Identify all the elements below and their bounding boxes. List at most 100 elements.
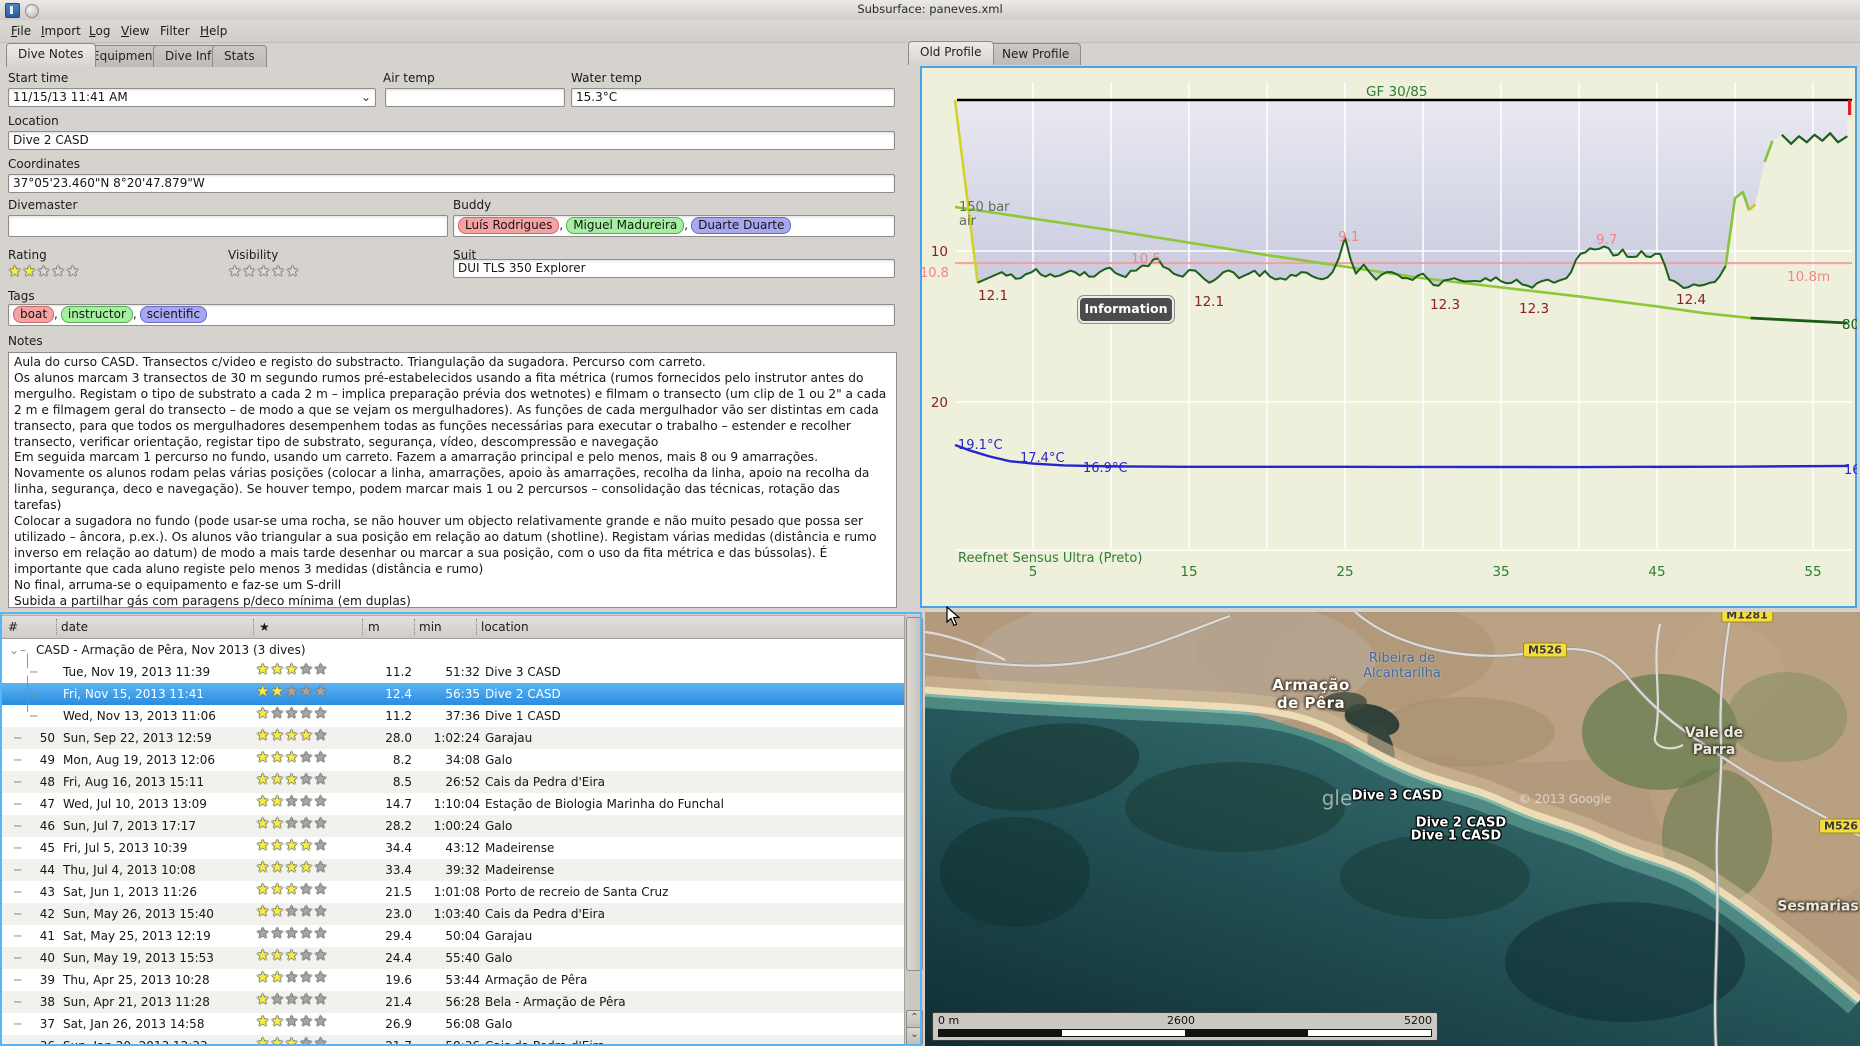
scale-zero: 0 m (938, 1014, 960, 1027)
location-field[interactable]: Dive 2 CASD (8, 131, 895, 150)
svg-text:20: 20 (931, 395, 948, 411)
col-depth[interactable]: m (368, 620, 380, 634)
svg-text:10: 10 (931, 244, 948, 260)
menu-bar: File Import Log View Filter Help (0, 20, 1860, 43)
visibility-label: Visibility (228, 248, 279, 262)
table-row[interactable]: ─ 39 Thu, Apr 25, 2013 10:28 ★★★★★ 19.6 53:44… (2, 969, 904, 991)
table-row[interactable]: ─ 42 Sun, May 26, 2013 15:40 ★★★★★ 23.0 1:03:… (2, 903, 904, 925)
menu-filter[interactable]: Filter (157, 22, 193, 40)
scrollbar-thumb[interactable] (906, 617, 923, 971)
tag-pill[interactable]: scientific (139, 306, 208, 323)
dive-duration: 56:08 (445, 1017, 480, 1031)
dive-duration: 43:12 (445, 841, 480, 855)
col-rating[interactable]: ★ (259, 620, 270, 634)
svg-text:16.9°C: 16.9°C (1083, 461, 1128, 476)
dive-duration: 1:01:08 (433, 885, 480, 899)
menu-view[interactable]: View (118, 22, 152, 40)
dive-number: 50 (39, 731, 55, 745)
location-label: Location (8, 114, 59, 128)
dive-duration: 55:40 (445, 951, 480, 965)
table-row[interactable]: ─ 36 Sun, Jan 20, 2013 12:33 ★★★★★ 21.7 58:36… (2, 1035, 904, 1046)
dive-date: Fri, Jul 5, 2013 10:39 (63, 841, 188, 855)
scroll-down-button[interactable]: ⌄ (906, 1027, 923, 1045)
rating-stars[interactable]: ★★★★★ (8, 262, 80, 280)
tab-stats[interactable]: Stats (212, 45, 267, 67)
notes-textarea[interactable]: Aula do curso CASD. Transectos c/video e… (8, 352, 897, 608)
table-row[interactable]: ─ 40 Sun, May 19, 2013 15:53 ★★★★★ 24.4 55:40… (2, 947, 904, 969)
tag-pill[interactable]: instructor (60, 306, 133, 323)
svg-text:9.7: 9.7 (1596, 232, 1617, 248)
menu-log[interactable]: Log (86, 22, 113, 40)
svg-text:12.1: 12.1 (978, 288, 1008, 304)
divemaster-field[interactable] (8, 215, 448, 237)
col-location[interactable]: location (481, 620, 529, 634)
buddy-pill[interactable]: Duarte Duarte (691, 217, 792, 234)
table-row[interactable]: ─ 44 Thu, Jul 4, 2013 10:08 ★★★★★ 33.4 39:32 M… (2, 859, 904, 881)
buddy-pill[interactable]: Luís Rodrigues (458, 217, 560, 234)
table-row[interactable]: ─ 38 Sun, Apr 21, 2013 11:28 ★★★★★ 21.4 56:28… (2, 991, 904, 1013)
col-duration[interactable]: min (419, 620, 442, 634)
water-temp-label: Water temp (571, 71, 642, 85)
table-row[interactable]: │ ─ Tue, Nov 19, 2013 11:39 ★★★★★ 11.2 51:32 D… (2, 654, 904, 683)
table-row[interactable]: ─ 50 Sun, Sep 22, 2013 12:59 ★★★★★ 28.0 1:02:… (2, 727, 904, 749)
dive-trip-group-row[interactable]: ⌄ – CASD - Armação de Pêra, Nov 2013 (3 di… (2, 639, 904, 661)
dive-rating-stars: ★★★★★ (256, 682, 329, 700)
svg-text:12.3: 12.3 (1430, 297, 1460, 313)
dive-site-label[interactable]: Dive 1 CASD (1411, 829, 1501, 844)
table-row[interactable]: ─ 37 Sat, Jan 26, 2013 14:58 ★★★★★ 26.9 56:08… (2, 1013, 904, 1035)
menu-help[interactable]: Help (197, 22, 230, 40)
table-row[interactable]: ─ 49 Mon, Aug 19, 2013 12:06 ★★★★★ 8.2 34:08 G… (2, 749, 904, 771)
col-number[interactable]: # (8, 620, 18, 634)
table-row[interactable]: ─ 47 Wed, Jul 10, 2013 13:09 ★★★★★ 14.7 1:10:… (2, 793, 904, 815)
dive-site-label[interactable]: Dive 3 CASD (1352, 789, 1442, 804)
dive-location: Estação de Biologia Marinha do Funchal (485, 797, 724, 811)
dive-number: 44 (39, 863, 55, 877)
tab-dive-notes[interactable]: Dive Notes (6, 43, 96, 67)
information-tooltip[interactable]: Information (1077, 295, 1175, 324)
svg-text:80: 80 (1842, 317, 1857, 333)
dive-list-header[interactable]: # date ★ m min location (2, 616, 904, 639)
col-date[interactable]: date (61, 620, 88, 634)
tag-pill[interactable]: boat (13, 306, 55, 323)
chevron-down-icon[interactable]: ⌄ (361, 89, 371, 105)
dive-depth: 24.4 (385, 951, 412, 965)
table-row[interactable]: ─ 46 Sun, Jul 7, 2013 17:17 ★★★★★ 28.2 1:00:2… (2, 815, 904, 837)
tags-field[interactable]: boat, instructor, scientific (8, 304, 895, 326)
menu-import[interactable]: Import (38, 22, 84, 40)
window-menu-icon[interactable] (25, 4, 39, 18)
dive-date: Thu, Apr 25, 2013 10:28 (63, 973, 210, 987)
buddy-pill[interactable]: Miguel Madureira (566, 217, 685, 234)
table-row[interactable]: ─ 48 Fri, Aug 16, 2013 15:11 ★★★★★ 8.5 26:52 C… (2, 771, 904, 793)
tab-old-profile[interactable]: Old Profile (908, 41, 994, 65)
dive-location: Dive 2 CASD (485, 687, 561, 701)
dive-location: Armação de Pêra (485, 973, 588, 987)
table-row[interactable]: │ ─ Wed, Nov 13, 2013 11:06 ★★★★★ 11.2 37:36 D… (2, 698, 904, 727)
dive-list-scrollbar[interactable]: ⌃ ⌄ (904, 615, 923, 1046)
dive-depth: 19.6 (385, 973, 412, 987)
dive-duration: 37:36 (445, 709, 480, 723)
air-temp-field[interactable] (385, 88, 565, 107)
table-row[interactable]: │ ─ Fri, Nov 15, 2013 11:41 ★★★★★ 12.4 56:35 D… (2, 676, 904, 705)
air-temp-label: Air temp (383, 71, 435, 85)
table-row[interactable]: ─ 45 Fri, Jul 5, 2013 10:39 ★★★★★ 34.4 43:12 M… (2, 837, 904, 859)
table-row[interactable]: ─ 43 Sat, Jun 1, 2013 11:26 ★★★★★ 21.5 1:01:0… (2, 881, 904, 903)
dive-site-map[interactable]: 0 m 2600 5200 Armação de Pêra Ribeira de … (925, 612, 1860, 1046)
dive-duration: 1:00:24 (433, 819, 480, 833)
menu-file[interactable]: File (8, 22, 34, 40)
water-temp-field[interactable]: 15.3°C (571, 88, 895, 107)
coordinates-field[interactable]: 37°05'23.460"N 8°20'47.879"W (8, 174, 895, 193)
suit-field[interactable]: DUI TLS 350 Explorer (453, 259, 895, 278)
map-place-label: Ribeira de Alcantarilha (1363, 651, 1441, 681)
buddy-field[interactable]: Luís Rodrigues, Miguel Madureira, Duarte D… (453, 215, 895, 237)
title-bar[interactable]: Subsurface: paneves.xml (0, 0, 1860, 20)
tab-new-profile[interactable]: New Profile (990, 43, 1082, 65)
start-time-combobox[interactable]: 11/15/13 11:41 AM ⌄ (8, 88, 376, 107)
visibility-stars[interactable]: ★★★★★ (228, 262, 300, 280)
table-row[interactable]: ─ 41 Sat, May 25, 2013 12:19 ★★★★★ 29.4 50:04… (2, 925, 904, 947)
dive-duration: 1:10:04 (433, 797, 480, 811)
collapse-icon[interactable]: ⌄ (9, 639, 19, 661)
svg-text:15: 15 (1180, 564, 1197, 580)
scroll-up-button[interactable]: ⌃ (906, 1010, 923, 1028)
dive-profile-svg: GF 30/85 10 20 5 15 25 35 45 55 Reefnet Sensus Ul… (920, 82, 1857, 580)
dive-depth: 14.7 (385, 797, 412, 811)
